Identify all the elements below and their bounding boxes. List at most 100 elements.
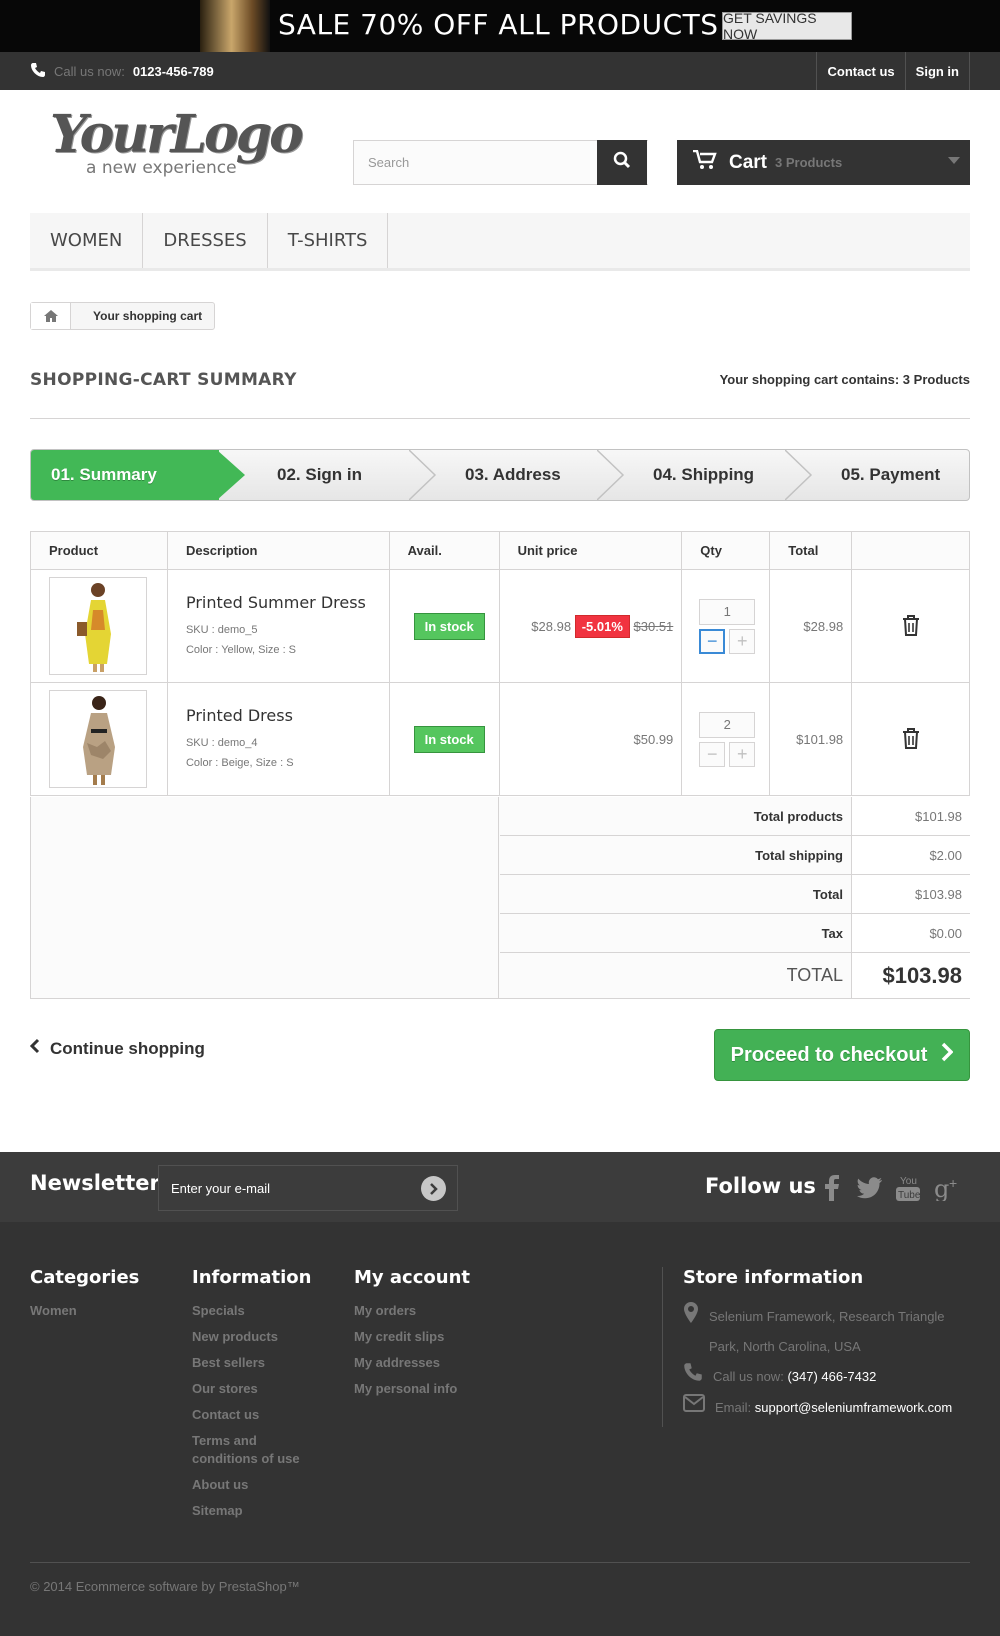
qty-decrease-button[interactable]: − [699,741,726,767]
total-products-label: Total products [500,797,852,835]
svg-text:Tube: Tube [898,1190,920,1201]
chevron-left-icon [29,1038,40,1059]
footer-link[interactable]: Terms and conditions of use [192,1432,322,1468]
page-title: SHOPPING-CART SUMMARY [30,370,297,390]
col-avail: Avail. [388,531,500,570]
product-name[interactable]: Printed Dress [186,706,389,725]
total-shipping-value: $2.00 [852,836,970,874]
grand-total-value: $103.98 [852,953,970,998]
twitter-icon[interactable] [855,1172,885,1204]
store-info-title: Store information [683,1267,864,1288]
main-menu: WOMEN DRESSES T-SHIRTS [30,213,970,271]
grand-total-label: TOTAL [500,953,852,998]
sign-in-link[interactable]: Sign in [904,52,970,90]
step-payment[interactable]: 05. Payment [821,450,969,500]
call-us: Call us now: 0123-456-789 [30,62,214,81]
quantity-input[interactable]: 1 [699,598,756,625]
footer-link[interactable]: Best sellers [192,1354,322,1372]
totals-row: TOTAL $103.98 [500,953,970,998]
store-address-text: Selenium Framework, Research Triangle Pa… [709,1309,945,1354]
banner-sale-text: SALE 70% OFF ALL PRODUCTS [278,8,719,41]
site-logo[interactable]: YourLogo a new experience [50,109,304,185]
product-image[interactable] [49,690,147,788]
line-total: $101.98 [769,682,853,796]
newsletter-submit-icon[interactable] [421,1176,446,1201]
line-total: $28.98 [769,569,853,683]
qty-increase-button[interactable]: + [729,628,756,654]
qty-decrease-button[interactable]: − [699,628,726,654]
newsletter-bar: Newsletter Enter your e-mail Follow us Y… [0,1152,1000,1222]
step-summary[interactable]: 01. Summary [31,450,219,500]
store-email-link[interactable]: support@seleniumframework.com [755,1400,952,1415]
phone-icon [683,1362,703,1393]
menu-item-dresses[interactable]: DRESSES [143,213,268,268]
home-icon[interactable] [31,303,71,329]
tax-label: Tax [500,914,852,952]
cart-table: Product Description Avail. Unit price Qt… [30,531,970,796]
chevron-right-icon [941,1042,954,1068]
col-total: Total [769,531,853,570]
qty-increase-button[interactable]: + [729,741,756,767]
footer-link[interactable]: Contact us [192,1406,322,1424]
footer-account: My account My orders My credit slips My … [354,1267,470,1406]
total-value: $103.98 [852,875,970,913]
store-call-label: Call us now: [713,1369,784,1384]
contact-us-link[interactable]: Contact us [816,52,904,90]
table-header: Product Description Avail. Unit price Qt… [30,531,970,570]
footer-link[interactable]: My personal info [354,1380,470,1398]
footer-categories: Categories Women [30,1267,139,1328]
footer-link[interactable]: Our stores [192,1380,322,1398]
phone-icon [30,62,46,81]
table-row: Printed Dress SKU : demo_4 Color : Beige… [30,682,970,796]
footer-link[interactable]: My addresses [354,1354,470,1372]
total-products-value: $101.98 [852,797,970,835]
svg-text:You: You [900,1176,917,1187]
breadcrumb: Your shopping cart [30,302,216,330]
col-qty: Qty [681,531,771,570]
footer-categories-title: Categories [30,1267,140,1288]
footer-link[interactable]: Women [30,1302,139,1320]
promo-banner[interactable]: SALE 70% OFF ALL PRODUCTS GET SAVINGS NO… [0,0,1000,52]
call-label: Call us now: [54,64,125,79]
google-plus-icon[interactable]: g + [933,1172,963,1204]
footer-link[interactable]: Specials [192,1302,322,1320]
menu-item-women[interactable]: WOMEN [30,213,144,268]
footer-link[interactable]: About us [192,1476,322,1494]
trash-icon[interactable] [901,614,921,639]
call-number: 0123-456-789 [132,64,214,79]
footer-link[interactable]: My orders [354,1302,470,1320]
product-name[interactable]: Printed Summer Dress [186,593,389,612]
follow-us-title: Follow us [705,1174,816,1198]
cart-button[interactable]: Cart 3 Products [677,140,970,185]
product-image[interactable] [49,577,147,675]
continue-shopping-link[interactable]: Continue shopping [29,1038,205,1059]
footer-link[interactable]: New products [192,1328,322,1346]
step-arrow [785,450,813,500]
trash-icon[interactable] [901,727,921,752]
proceed-to-checkout-button[interactable]: Proceed to checkout [714,1029,970,1081]
old-price: $30.51 [633,618,674,634]
unit-price: $28.98 [531,618,572,634]
get-savings-button[interactable]: GET SAVINGS NOW [722,10,852,42]
facebook-icon[interactable] [817,1172,847,1204]
breadcrumb-current: Your shopping cart [93,309,203,323]
status-badge: In stock [413,612,485,640]
product-attributes: Color : Yellow, Size : S [185,643,297,656]
quantity-input[interactable]: 2 [699,711,756,738]
col-description: Description [166,531,390,570]
totals-row: Total products $101.98 [500,797,970,836]
menu-item-tshirts[interactable]: T-SHIRTS [268,213,389,268]
step-arrow [597,450,625,500]
newsletter-email-input[interactable]: Enter your e-mail [158,1165,458,1211]
totals-row: Total $103.98 [500,875,970,914]
search-button[interactable] [597,140,647,185]
envelope-icon [683,1393,705,1423]
footer-link[interactable]: My credit slips [354,1328,470,1346]
totals-row: Tax $0.00 [500,914,970,953]
footer-link[interactable]: Sitemap [192,1502,322,1520]
proceed-label: Proceed to checkout [730,1043,928,1066]
step-arrow [217,450,245,500]
youtube-icon[interactable]: You Tube [893,1172,923,1204]
newsletter-title: Newsletter [30,1171,160,1195]
store-address: Selenium Framework, Research Triangle Pa… [683,1302,970,1362]
